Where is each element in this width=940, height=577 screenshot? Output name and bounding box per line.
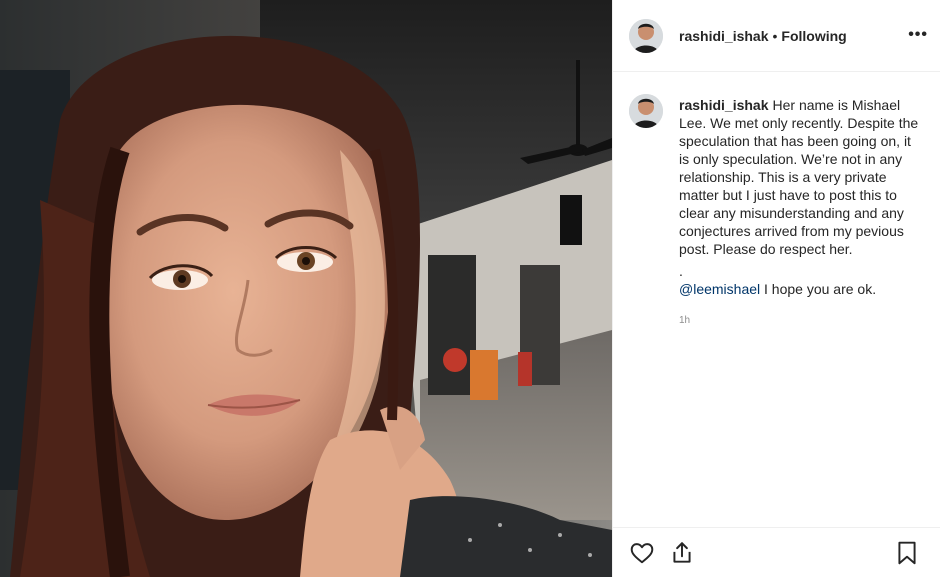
author-username[interactable]: rashidi_ishak [679, 28, 769, 44]
post-header: rashidi_ishak • Following ••• [613, 0, 940, 72]
avatar-image [629, 94, 663, 128]
caption-mention-text: I hope you are ok. [760, 281, 877, 297]
author-avatar[interactable] [629, 18, 663, 53]
mention-link[interactable]: @leemishael [679, 281, 760, 297]
separator-dot: • [772, 27, 778, 44]
selfie-image [0, 0, 612, 577]
action-bar [613, 527, 940, 577]
following-button[interactable]: Following [781, 28, 846, 44]
caption-text: Her name is Mishael Lee. We met only rec… [679, 97, 919, 257]
share-icon[interactable] [669, 540, 695, 566]
comments-section: rashidi_ishak Her name is Mishael Lee. We… [613, 72, 940, 330]
more-options-icon[interactable]: ••• [908, 26, 928, 44]
post-caption: rashidi_ishak Her name is Mishael Lee. We… [679, 96, 924, 330]
caption-author-avatar[interactable] [629, 94, 663, 128]
post-time[interactable]: 1h [679, 312, 924, 330]
instagram-post: rashidi_ishak • Following ••• rashidi_is… [0, 0, 940, 577]
post-photo[interactable] [0, 0, 612, 577]
avatar-image [629, 18, 663, 53]
caption-username[interactable]: rashidi_ishak [679, 97, 769, 113]
caption-dot-line: . [679, 263, 683, 279]
heart-icon[interactable] [629, 540, 655, 566]
post-sidebar: rashidi_ishak • Following ••• rashidi_is… [612, 0, 940, 577]
bookmark-icon[interactable] [894, 540, 920, 566]
